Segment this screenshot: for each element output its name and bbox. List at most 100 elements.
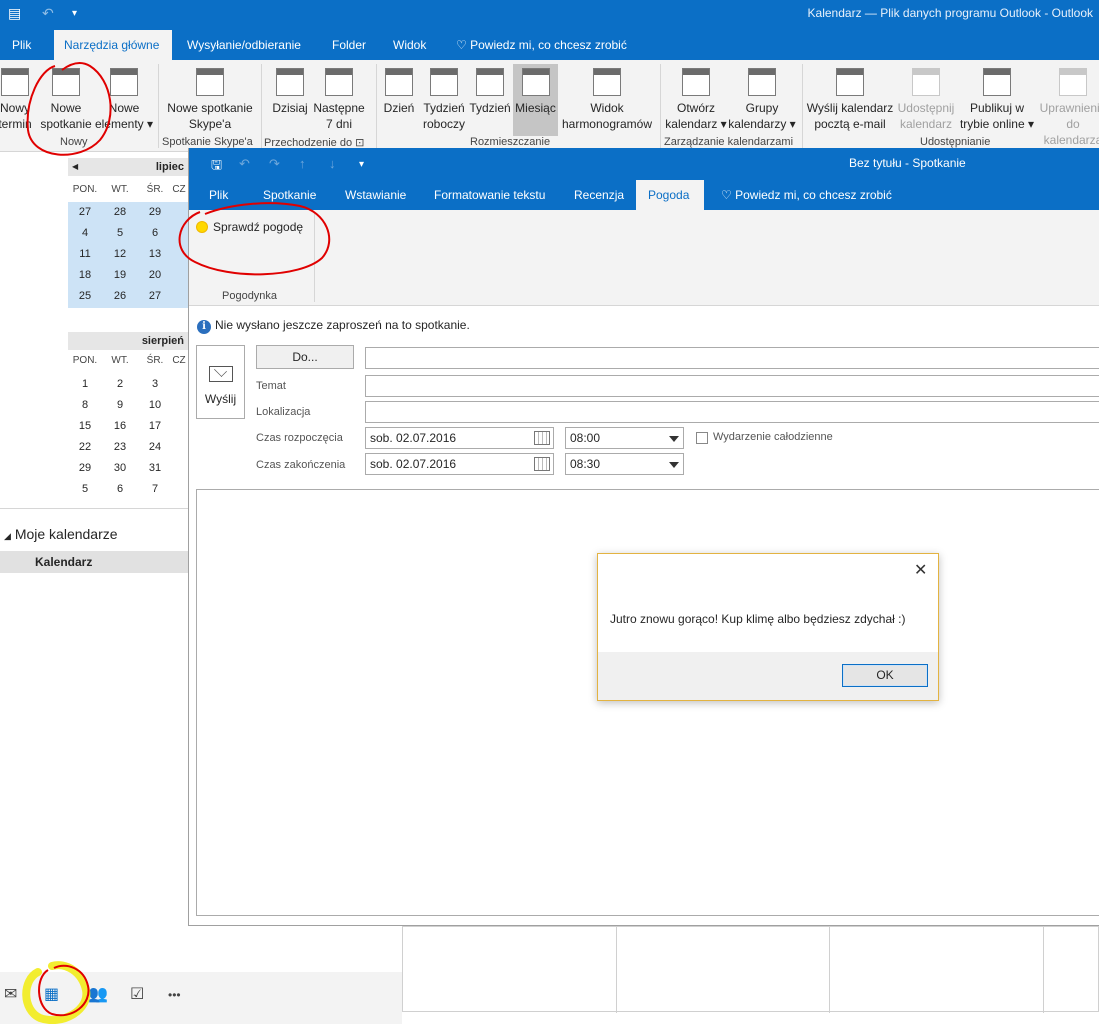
calendar-day[interactable]: 20 [138,265,172,286]
down-arrow-icon[interactable]: ↓ [329,156,336,171]
tab-file[interactable]: Plik [197,180,240,210]
location-field[interactable] [365,401,1099,423]
calendar-day[interactable]: 4 [68,223,102,244]
tab-home[interactable]: Narzędzia główne [54,30,172,60]
calendar-icon[interactable]: ▦ [44,984,59,1004]
end-date-field[interactable]: sob. 02.07.2016 [365,453,554,475]
redo-icon[interactable]: ↷ [269,156,280,172]
schedule-view-button[interactable]: Widok harmonogramów [558,64,656,132]
calendar-day[interactable]: 29 [68,458,102,479]
next-7-days-button[interactable]: Następne 7 dni [312,64,366,132]
calendar-day[interactable]: 19 [103,265,137,286]
calendar-day[interactable]: 26 [103,286,137,307]
calendar-day[interactable]: 5 [103,223,137,244]
end-time-field[interactable]: 08:30 [565,453,684,475]
calendar-day[interactable]: 12 [103,244,137,265]
customize-qat-icon[interactable]: ▾ [72,8,77,19]
month-view-button[interactable]: Miesiąc [513,64,558,136]
share-calendar-button[interactable]: Udostępnij kalendarz [896,64,956,132]
month-calendar-grid[interactable] [402,926,1099,1013]
day-view-button[interactable]: Dzień [380,64,418,116]
tab-meeting[interactable]: Spotkanie [251,180,328,210]
grid-line [1043,927,1044,1013]
calendar-day[interactable]: 10 [138,395,172,416]
calendar-day[interactable]: 16 [103,416,137,437]
start-time-field[interactable]: 08:00 [565,427,684,449]
to-field[interactable] [365,347,1099,369]
calendar-day[interactable]: 15 [68,416,102,437]
calendar-day[interactable]: 6 [138,223,172,244]
customize-qat-icon[interactable]: ▾ [359,159,364,170]
calendar-day[interactable]: 18 [68,265,102,286]
email-calendar-button[interactable]: Wyślij kalendarz pocztą e-mail [806,64,894,132]
calendar-day[interactable]: 23 [103,437,137,458]
calendar-groups-button[interactable]: Grupy kalendarzy ▾ [728,64,796,132]
tab-format-text[interactable]: Formatowanie tekstu [422,180,557,210]
tasks-icon[interactable]: ☑ [130,984,144,1004]
publish-online-button[interactable]: Publikuj w trybie online ▾ [956,64,1038,132]
today-button[interactable]: Dzisiaj [268,64,312,116]
previous-month-icon[interactable]: ◀ [72,158,78,176]
calendar-day[interactable]: 30 [103,458,137,479]
calendar-day[interactable]: 1 [68,374,102,395]
calendar-day[interactable]: 28 [103,202,137,223]
more-icon[interactable]: ••• [168,988,181,1002]
calendar-day[interactable]: 3 [138,374,172,395]
new-items-button[interactable]: Nowe elementy ▾ [94,64,154,132]
calendar-permissions-button[interactable]: Uprawnienia do kalendarza [1038,64,1099,148]
calendar-day[interactable]: 5 [68,479,102,500]
calendar-day[interactable]: 24 [138,437,172,458]
new-skype-meeting-button[interactable]: Nowe spotkanie Skype'a [162,64,258,132]
tab-send-receive[interactable]: Wysyłanie/odbieranie [177,30,311,60]
ok-button[interactable]: OK [842,664,928,687]
calendar-picker-icon[interactable] [534,431,550,445]
send-button[interactable]: Wyślij [196,345,245,419]
mail-icon[interactable]: ✉ [4,984,17,1004]
schedule-view-label: Widok [590,101,624,115]
calendar-day[interactable]: 13 [138,244,172,265]
calendar-day[interactable]: 27 [68,202,102,223]
undo-icon[interactable]: ↶ [42,5,54,22]
people-icon[interactable]: 👥 [88,984,108,1004]
calendar-day[interactable]: 6 [103,479,137,500]
close-icon[interactable]: ✕ [914,560,927,580]
up-arrow-icon[interactable]: ↑ [299,156,306,171]
calendar-day[interactable]: 25 [68,286,102,307]
ribbon-separator [660,64,661,148]
calendar-day[interactable]: 31 [138,458,172,479]
new-meeting-button[interactable]: Nowe spotkanie [38,64,94,132]
save-icon[interactable]: 🖫 [211,156,222,178]
chevron-down-icon[interactable] [669,462,679,468]
calendar-day[interactable]: 11 [68,244,102,265]
calendar-picker-icon[interactable] [534,457,550,471]
my-calendars-header[interactable]: ◢ Moje kalendarze [4,526,118,542]
tab-review[interactable]: Recenzja [562,180,636,210]
tab-weather[interactable]: Pogoda [636,180,704,210]
calendar-folder-item[interactable]: Kalendarz [0,551,188,573]
undo-icon[interactable]: ↶ [239,156,250,172]
calendar-day[interactable]: 7 [138,479,172,500]
calendar-day[interactable]: 8 [68,395,102,416]
tell-me-box[interactable]: ♡ Powiedz mi, co chcesz zrobić [446,30,637,60]
start-date-field[interactable]: sob. 02.07.2016 [365,427,554,449]
chevron-down-icon[interactable] [669,436,679,442]
calendar-day[interactable]: 29 [138,202,172,223]
tab-file[interactable]: Plik [2,30,41,60]
subject-field[interactable] [365,375,1099,397]
calendar-day[interactable]: 17 [138,416,172,437]
calendar-day[interactable]: 22 [68,437,102,458]
tab-folder[interactable]: Folder [322,30,376,60]
open-calendar-button[interactable]: Otwórz kalendarz ▾ [664,64,728,132]
calendar-day[interactable]: 2 [103,374,137,395]
check-weather-button[interactable]: Sprawdź pogodę [197,220,303,234]
tell-me-box[interactable]: ♡ Powiedz mi, co chcesz zrobić [709,180,904,210]
week-view-button[interactable]: Tydzień [468,64,512,116]
tab-view[interactable]: Widok [383,30,436,60]
calendar-day[interactable]: 9 [103,395,137,416]
calendar-day[interactable]: 27 [138,286,172,307]
to-button[interactable]: Do... [256,345,354,369]
all-day-checkbox[interactable] [696,432,708,444]
work-week-button[interactable]: Tydzień roboczy [420,64,468,132]
tab-insert[interactable]: Wstawianie [333,180,418,210]
new-appointment-button[interactable]: Nowy termin [0,64,34,132]
